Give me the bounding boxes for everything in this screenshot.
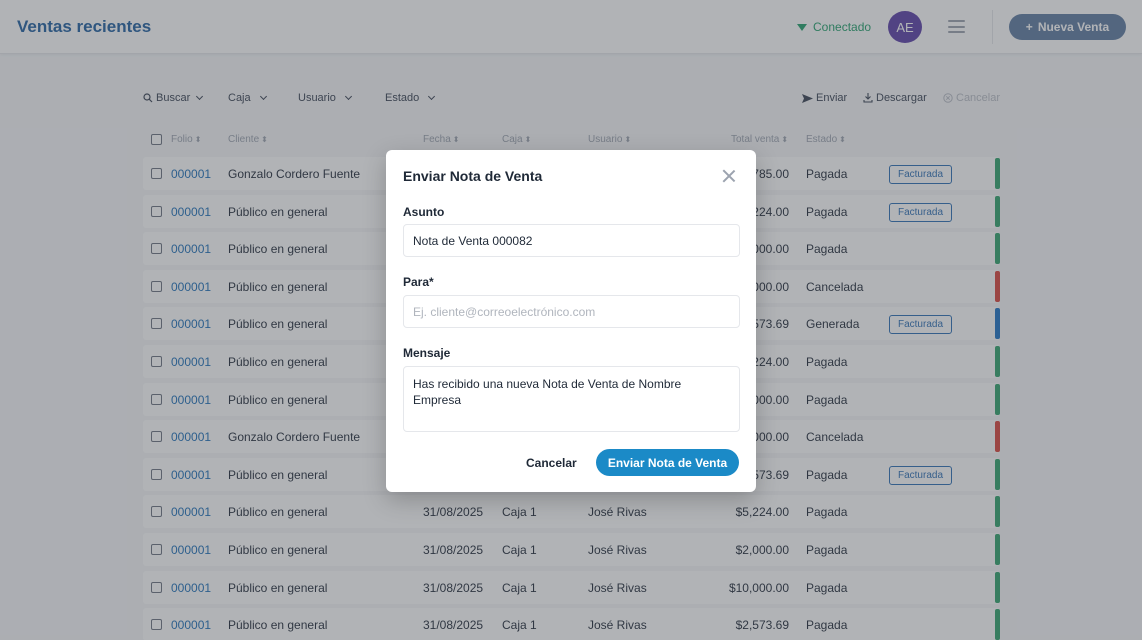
send-note-dialog: Enviar Nota de Venta Asunto Para* Mensaj…: [386, 150, 756, 492]
subject-field[interactable]: [403, 224, 740, 257]
recipient-email-field[interactable]: [403, 295, 740, 328]
send-note-button[interactable]: Enviar Nota de Venta: [596, 449, 739, 476]
dialog-title: Enviar Nota de Venta: [403, 168, 543, 184]
to-label: Para*: [403, 275, 434, 289]
message-label: Mensaje: [403, 346, 451, 360]
close-icon[interactable]: [722, 169, 736, 183]
cancel-button[interactable]: Cancelar: [526, 456, 577, 470]
subject-label: Asunto: [403, 205, 445, 219]
message-field[interactable]: Has recibido una nueva Nota de Venta de …: [403, 366, 740, 432]
